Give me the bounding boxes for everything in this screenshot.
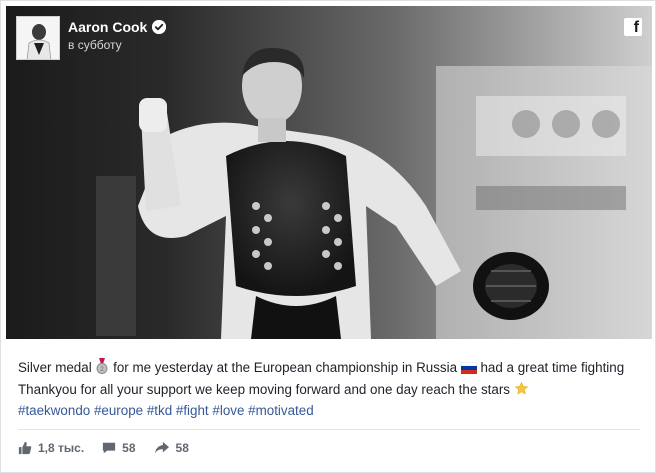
star-icon <box>514 381 529 402</box>
hashtag-link[interactable]: #love <box>212 403 244 418</box>
likes-stat[interactable]: 1,8 тыс. <box>18 441 84 455</box>
facebook-post-card: Aaron Cook в субботу f Silver medal 2 fo… <box>0 0 656 473</box>
author-avatar[interactable] <box>16 16 60 60</box>
hashtag-link[interactable]: #europe <box>94 403 143 418</box>
athlete-photo-illustration <box>6 6 652 339</box>
avatar-image <box>17 17 59 59</box>
share-arrow-icon <box>154 441 169 454</box>
post-caption: Silver medal 2 for me yesterday at the E… <box>18 358 638 421</box>
likes-count: 1,8 тыс. <box>38 441 85 455</box>
russia-flag-icon <box>460 360 477 380</box>
comment-bubble-icon <box>103 442 116 454</box>
shares-stat[interactable]: 58 <box>154 441 189 455</box>
facebook-logo-icon[interactable]: f <box>624 18 642 36</box>
hashtag-link[interactable]: #tkd <box>147 403 172 418</box>
post-timestamp[interactable]: в субботу <box>68 37 166 53</box>
medal-icon: 2 <box>95 358 109 380</box>
comments-stat[interactable]: 58 <box>102 441 136 455</box>
hashtag-link[interactable]: #motivated <box>248 403 314 418</box>
author-name[interactable]: Aaron Cook <box>68 18 147 36</box>
post-stats-bar: 1,8 тыс. 58 58 <box>18 439 207 457</box>
comments-count: 58 <box>122 441 136 455</box>
author-line: Aaron Cook <box>68 18 167 36</box>
shares-count: 58 <box>175 441 189 455</box>
verified-badge-icon <box>152 20 167 34</box>
hashtag-link[interactable]: #fight <box>176 403 209 418</box>
post-photo-header[interactable]: Aaron Cook в субботу f <box>6 6 652 339</box>
thumbs-up-icon <box>18 441 32 455</box>
divider <box>18 429 640 430</box>
hashtag-list: #taekwondo #europe #tkd #fight #love #mo… <box>18 403 314 418</box>
author-block: Aaron Cook в субботу <box>68 18 167 53</box>
caption-text-2: for me yesterday at the European champio… <box>113 360 461 375</box>
hashtag-link[interactable]: #taekwondo <box>18 403 90 418</box>
caption-text-1: Silver medal <box>18 360 96 375</box>
post-photo[interactable] <box>6 6 652 339</box>
